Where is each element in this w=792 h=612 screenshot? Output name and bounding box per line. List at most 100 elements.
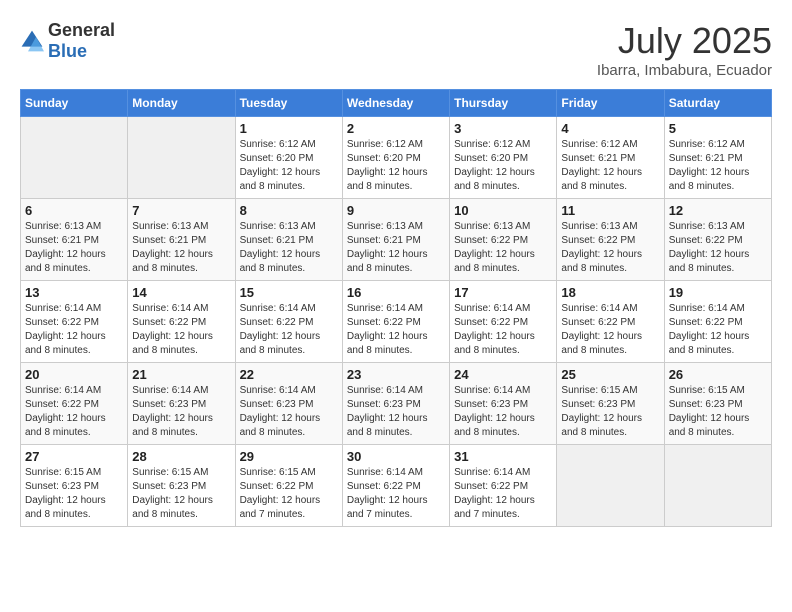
calendar-cell: 29 Sunrise: 6:15 AM Sunset: 6:22 PM Dayli… [235, 445, 342, 527]
day-number: 26 [669, 367, 767, 382]
calendar-cell: 21 Sunrise: 6:14 AM Sunset: 6:23 PM Dayli… [128, 363, 235, 445]
day-number: 16 [347, 285, 445, 300]
week-row-3: 13 Sunrise: 6:14 AM Sunset: 6:22 PM Dayli… [21, 281, 772, 363]
calendar-cell: 10Sunrise: 6:13 AM Sunset: 6:22 PM Dayli… [450, 199, 557, 281]
header-day-wednesday: Wednesday [342, 90, 449, 117]
week-row-5: 27 Sunrise: 6:15 AM Sunset: 6:23 PM Dayli… [21, 445, 772, 527]
week-row-4: 20Sunrise: 6:14 AM Sunset: 6:22 PM Dayli… [21, 363, 772, 445]
calendar-cell: 25 Sunrise: 6:15 AM Sunset: 6:23 PM Dayli… [557, 363, 664, 445]
day-number: 14 [132, 285, 230, 300]
calendar-title: July 2025 [597, 20, 772, 62]
day-info: Sunrise: 6:14 AM Sunset: 6:22 PM Dayligh… [347, 466, 445, 522]
day-number: 9 [347, 203, 445, 218]
calendar-cell: 4Sunrise: 6:12 AM Sunset: 6:21 PM Daylig… [557, 117, 664, 199]
day-number: 30 [347, 449, 445, 464]
day-number: 28 [132, 449, 230, 464]
day-info: Sunrise: 6:13 AM Sunset: 6:22 PM Dayligh… [561, 220, 659, 276]
header-row: SundayMondayTuesdayWednesdayThursdayFrid… [21, 90, 772, 117]
day-number: 31 [454, 449, 552, 464]
day-info: Sunrise: 6:14 AM Sunset: 6:23 PM Dayligh… [347, 384, 445, 440]
logo-blue: Blue [48, 41, 87, 61]
header-day-sunday: Sunday [21, 90, 128, 117]
day-info: Sunrise: 6:14 AM Sunset: 6:22 PM Dayligh… [347, 302, 445, 358]
header-day-saturday: Saturday [664, 90, 771, 117]
calendar-cell: 20Sunrise: 6:14 AM Sunset: 6:22 PM Dayli… [21, 363, 128, 445]
day-number: 17 [454, 285, 552, 300]
calendar-cell: 26 Sunrise: 6:15 AM Sunset: 6:23 PM Dayli… [664, 363, 771, 445]
day-info: Sunrise: 6:14 AM Sunset: 6:22 PM Dayligh… [454, 302, 552, 358]
calendar-cell: 27 Sunrise: 6:15 AM Sunset: 6:23 PM Dayli… [21, 445, 128, 527]
day-info: Sunrise: 6:15 AM Sunset: 6:23 PM Dayligh… [25, 466, 123, 522]
day-info: Sunrise: 6:14 AM Sunset: 6:22 PM Dayligh… [454, 466, 552, 522]
day-number: 29 [240, 449, 338, 464]
day-info: Sunrise: 6:14 AM Sunset: 6:22 PM Dayligh… [669, 302, 767, 358]
calendar-cell: 9 Sunrise: 6:13 AM Sunset: 6:21 PM Daylig… [342, 199, 449, 281]
day-number: 24 [454, 367, 552, 382]
day-info: Sunrise: 6:13 AM Sunset: 6:21 PM Dayligh… [25, 220, 123, 276]
header-day-tuesday: Tuesday [235, 90, 342, 117]
calendar-cell: 18 Sunrise: 6:14 AM Sunset: 6:22 PM Dayli… [557, 281, 664, 363]
day-info: Sunrise: 6:14 AM Sunset: 6:23 PM Dayligh… [454, 384, 552, 440]
day-number: 21 [132, 367, 230, 382]
day-info: Sunrise: 6:15 AM Sunset: 6:23 PM Dayligh… [669, 384, 767, 440]
calendar-cell: 15 Sunrise: 6:14 AM Sunset: 6:22 PM Dayli… [235, 281, 342, 363]
week-row-2: 6 Sunrise: 6:13 AM Sunset: 6:21 PM Daylig… [21, 199, 772, 281]
logo-text: General Blue [48, 20, 115, 62]
day-number: 8 [240, 203, 338, 218]
day-info: Sunrise: 6:12 AM Sunset: 6:21 PM Dayligh… [669, 138, 767, 194]
day-info: Sunrise: 6:12 AM Sunset: 6:20 PM Dayligh… [240, 138, 338, 194]
calendar-cell: 1 Sunrise: 6:12 AM Sunset: 6:20 PM Daylig… [235, 117, 342, 199]
day-info: Sunrise: 6:15 AM Sunset: 6:22 PM Dayligh… [240, 466, 338, 522]
day-info: Sunrise: 6:14 AM Sunset: 6:23 PM Dayligh… [132, 384, 230, 440]
day-number: 27 [25, 449, 123, 464]
calendar-table: SundayMondayTuesdayWednesdayThursdayFrid… [20, 89, 772, 527]
day-info: Sunrise: 6:13 AM Sunset: 6:21 PM Dayligh… [240, 220, 338, 276]
day-info: Sunrise: 6:12 AM Sunset: 6:20 PM Dayligh… [347, 138, 445, 194]
calendar-cell: 7 Sunrise: 6:13 AM Sunset: 6:21 PM Daylig… [128, 199, 235, 281]
calendar-cell [664, 445, 771, 527]
day-number: 19 [669, 285, 767, 300]
calendar-cell: 16 Sunrise: 6:14 AM Sunset: 6:22 PM Dayli… [342, 281, 449, 363]
logo: General Blue [20, 20, 115, 62]
calendar-cell [128, 117, 235, 199]
day-info: Sunrise: 6:14 AM Sunset: 6:22 PM Dayligh… [132, 302, 230, 358]
day-number: 7 [132, 203, 230, 218]
day-info: Sunrise: 6:14 AM Sunset: 6:22 PM Dayligh… [25, 302, 123, 358]
day-number: 4 [561, 121, 659, 136]
day-info: Sunrise: 6:15 AM Sunset: 6:23 PM Dayligh… [561, 384, 659, 440]
day-info: Sunrise: 6:13 AM Sunset: 6:22 PM Dayligh… [669, 220, 767, 276]
day-number: 25 [561, 367, 659, 382]
day-info: Sunrise: 6:15 AM Sunset: 6:23 PM Dayligh… [132, 466, 230, 522]
day-number: 11 [561, 203, 659, 218]
day-number: 12 [669, 203, 767, 218]
day-number: 22 [240, 367, 338, 382]
day-number: 15 [240, 285, 338, 300]
day-number: 13 [25, 285, 123, 300]
header-day-thursday: Thursday [450, 90, 557, 117]
calendar-cell [557, 445, 664, 527]
title-area: July 2025 Ibarra, Imbabura, Ecuador [597, 20, 772, 79]
calendar-cell: 30 Sunrise: 6:14 AM Sunset: 6:22 PM Dayli… [342, 445, 449, 527]
day-info: Sunrise: 6:13 AM Sunset: 6:21 PM Dayligh… [132, 220, 230, 276]
calendar-cell: 13 Sunrise: 6:14 AM Sunset: 6:22 PM Dayli… [21, 281, 128, 363]
day-number: 3 [454, 121, 552, 136]
day-info: Sunrise: 6:14 AM Sunset: 6:22 PM Dayligh… [240, 302, 338, 358]
calendar-cell: 19 Sunrise: 6:14 AM Sunset: 6:22 PM Dayli… [664, 281, 771, 363]
day-info: Sunrise: 6:13 AM Sunset: 6:21 PM Dayligh… [347, 220, 445, 276]
day-info: Sunrise: 6:13 AM Sunset: 6:22 PM Dayligh… [454, 220, 552, 276]
day-info: Sunrise: 6:12 AM Sunset: 6:20 PM Dayligh… [454, 138, 552, 194]
week-row-1: 1 Sunrise: 6:12 AM Sunset: 6:20 PM Daylig… [21, 117, 772, 199]
day-number: 1 [240, 121, 338, 136]
day-number: 18 [561, 285, 659, 300]
calendar-cell: 23Sunrise: 6:14 AM Sunset: 6:23 PM Dayli… [342, 363, 449, 445]
calendar-cell: 14 Sunrise: 6:14 AM Sunset: 6:22 PM Dayli… [128, 281, 235, 363]
calendar-cell: 5Sunrise: 6:12 AM Sunset: 6:21 PM Daylig… [664, 117, 771, 199]
calendar-cell: 24 Sunrise: 6:14 AM Sunset: 6:23 PM Dayli… [450, 363, 557, 445]
calendar-subtitle: Ibarra, Imbabura, Ecuador [597, 62, 772, 79]
day-info: Sunrise: 6:14 AM Sunset: 6:22 PM Dayligh… [561, 302, 659, 358]
calendar-cell: 28 Sunrise: 6:15 AM Sunset: 6:23 PM Dayli… [128, 445, 235, 527]
calendar-cell: 22Sunrise: 6:14 AM Sunset: 6:23 PM Dayli… [235, 363, 342, 445]
calendar-cell: 11 Sunrise: 6:13 AM Sunset: 6:22 PM Dayli… [557, 199, 664, 281]
calendar-cell: 6 Sunrise: 6:13 AM Sunset: 6:21 PM Daylig… [21, 199, 128, 281]
day-number: 6 [25, 203, 123, 218]
